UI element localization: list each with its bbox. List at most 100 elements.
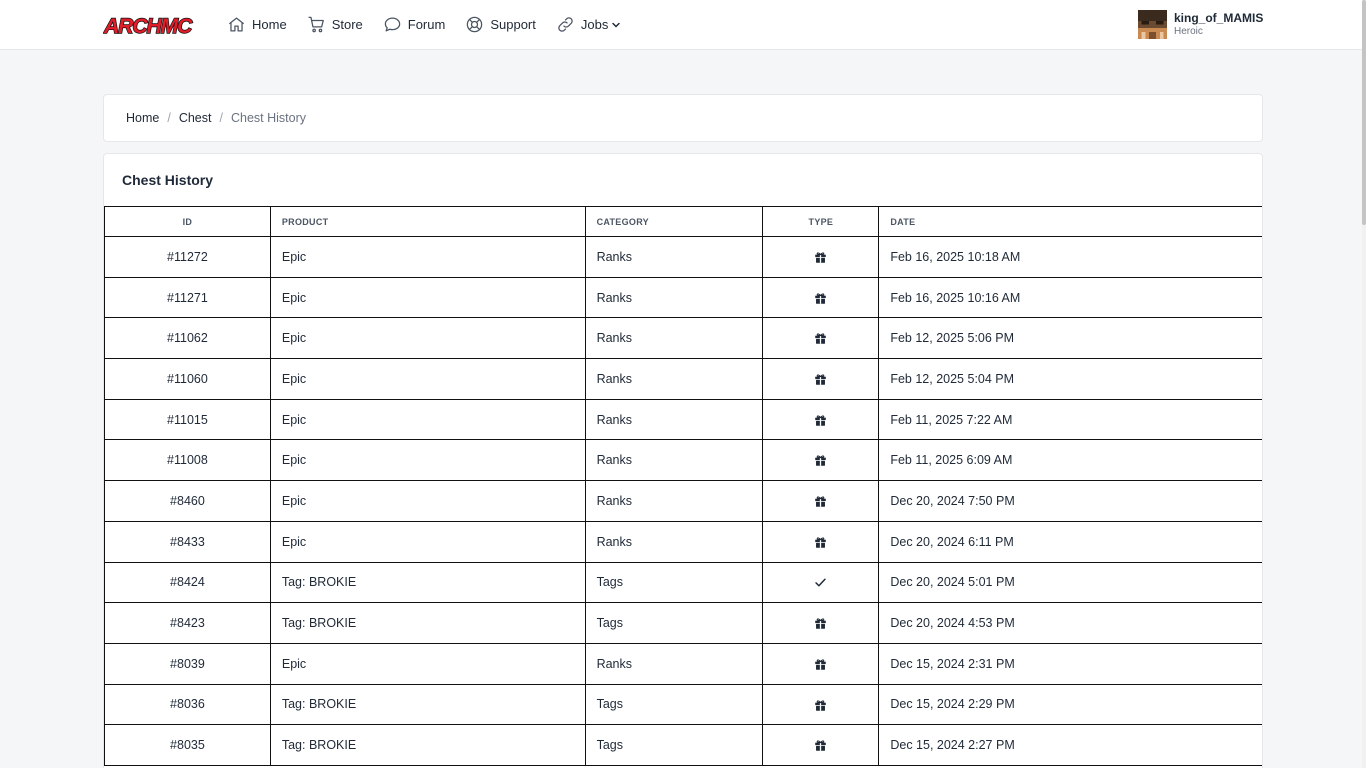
table-row: #8424 Tag: BROKIE Tags Dec 20, 2024 5:01 PM: [104, 561, 1262, 604]
row-type: [762, 439, 880, 482]
row-id: #11271: [104, 276, 271, 319]
table-row: #11271 Epic Ranks Feb 16, 2025 10:16 AM: [104, 276, 1262, 319]
user-rank: Heroic: [1174, 26, 1203, 37]
chevron-down-icon: [612, 22, 621, 28]
user-menu[interactable]: king_of_MAMIS Heroic: [1138, 10, 1263, 39]
row-category: Tags: [584, 683, 764, 726]
row-category: Tags: [584, 561, 764, 604]
row-product: Tag: BROKIE: [269, 602, 586, 644]
row-category: Ranks: [584, 439, 764, 482]
top-navbar: ARCHMC Home Store Forum Support Jobs kin…: [0, 0, 1362, 50]
row-date: Feb 16, 2025 10:18 AM: [878, 236, 1262, 278]
table-row: #8035 Tag: BROKIE Tags Dec 15, 2024 2:27 PM: [104, 724, 1262, 766]
row-id: #11272: [104, 236, 271, 278]
row-date: Feb 11, 2025 6:09 AM: [878, 439, 1262, 482]
row-category: Ranks: [584, 358, 764, 400]
row-product: Epic: [269, 439, 586, 482]
row-product: Epic: [269, 317, 586, 360]
row-category: Ranks: [584, 317, 764, 360]
row-type: [762, 642, 880, 685]
row-type: [762, 276, 880, 319]
svg-text:ARCHMC: ARCHMC: [103, 15, 193, 38]
table-row: #8460 Epic Ranks Dec 20, 2024 7:50 PM: [104, 480, 1262, 522]
row-date: Dec 15, 2024 2:29 PM: [878, 683, 1262, 726]
row-date: Feb 16, 2025 10:16 AM: [878, 276, 1262, 319]
row-type: [762, 358, 880, 400]
row-date: Feb 11, 2025 7:22 AM: [878, 398, 1262, 441]
row-product: Tag: BROKIE: [269, 683, 586, 726]
row-type: [762, 724, 880, 766]
row-category: Ranks: [584, 398, 764, 441]
nav-store[interactable]: Store: [307, 15, 363, 34]
row-category: Tags: [584, 602, 764, 644]
nav-jobs-label: Jobs: [580, 16, 609, 32]
header-category[interactable]: CATEGORY: [584, 206, 764, 237]
chest-history-table: ID PRODUCT CATEGORY TYPE DATE #11272 Epic…: [104, 206, 1262, 766]
row-id: #8035: [104, 724, 271, 766]
breadcrumb-separator: /: [219, 111, 223, 125]
row-type: [762, 520, 880, 563]
page-title: Chest History: [122, 172, 214, 188]
row-date: Dec 20, 2024 7:50 PM: [878, 480, 1262, 522]
row-product: Epic: [269, 276, 586, 319]
row-date: Dec 15, 2024 2:27 PM: [878, 724, 1262, 766]
gift-icon: [815, 293, 827, 304]
row-id: #8423: [104, 602, 271, 644]
row-product: Tag: BROKIE: [269, 561, 586, 604]
breadcrumb: Home / Chest / Chest History: [103, 94, 1263, 142]
table-row: #8036 Tag: BROKIE Tags Dec 15, 2024 2:29 PM: [104, 683, 1262, 726]
header-id[interactable]: ID: [104, 206, 271, 237]
breadcrumb-current: Chest History: [230, 111, 306, 125]
row-type: [762, 317, 880, 360]
row-category: Ranks: [584, 276, 764, 319]
header-product[interactable]: PRODUCT: [269, 206, 586, 237]
home-icon: [228, 17, 245, 31]
gift-icon: [815, 740, 827, 751]
link-icon: [558, 16, 573, 32]
row-date: Dec 20, 2024 5:01 PM: [878, 561, 1262, 604]
table-row: #8423 Tag: BROKIE Tags Dec 20, 2024 4:53 PM: [104, 602, 1262, 644]
nav-support-label: Support: [490, 16, 536, 32]
gift-icon: [815, 496, 827, 507]
row-id: #8036: [104, 683, 271, 726]
table-row: #11272 Epic Ranks Feb 16, 2025 10:18 AM: [104, 236, 1262, 278]
nav-support[interactable]: Support: [465, 15, 536, 34]
chest-history-card: Chest History ID PRODUCT CATEGORY TYPE D…: [103, 153, 1263, 768]
breadcrumb-separator: /: [167, 111, 171, 125]
gift-icon: [815, 659, 827, 670]
row-product: Epic: [269, 642, 586, 685]
username: king_of_MAMIS: [1174, 11, 1264, 25]
row-type: [762, 398, 880, 441]
row-category: Ranks: [584, 236, 764, 278]
archmc-logo[interactable]: ARCHMC: [103, 12, 203, 38]
header-date[interactable]: DATE: [878, 206, 1262, 237]
table-row: #8433 Epic Ranks Dec 20, 2024 6:11 PM: [104, 520, 1262, 563]
row-id: #8460: [104, 480, 271, 522]
row-id: #11060: [104, 358, 271, 400]
avatar: [1138, 10, 1167, 39]
breadcrumb-home[interactable]: Home: [126, 111, 159, 125]
gift-icon: [815, 415, 827, 426]
main-nav: Home Store Forum Support Jobs: [227, 0, 641, 48]
nav-store-label: Store: [331, 16, 363, 32]
gift-icon: [815, 333, 827, 345]
breadcrumb-chest[interactable]: Chest: [179, 111, 212, 125]
row-date: Feb 12, 2025 5:04 PM: [878, 358, 1262, 400]
row-category: Ranks: [584, 642, 764, 685]
nav-forum[interactable]: Forum: [383, 15, 446, 34]
row-type: [762, 480, 880, 522]
scrollbar-thumb[interactable]: [1362, 0, 1366, 225]
header-type[interactable]: TYPE: [762, 206, 880, 237]
cart-icon: [308, 16, 324, 32]
nav-forum-label: Forum: [407, 16, 446, 32]
row-type: [762, 683, 880, 726]
row-date: Dec 15, 2024 2:31 PM: [878, 642, 1262, 685]
row-category: Ranks: [584, 520, 764, 563]
nav-home[interactable]: Home: [227, 15, 287, 34]
nav-jobs-dropdown[interactable]: Jobs: [556, 15, 621, 34]
row-type: [762, 561, 880, 604]
row-id: #8424: [104, 561, 271, 604]
row-id: #11008: [104, 439, 271, 482]
lifebuoy-icon: [467, 16, 483, 32]
row-id: #8039: [104, 642, 271, 685]
